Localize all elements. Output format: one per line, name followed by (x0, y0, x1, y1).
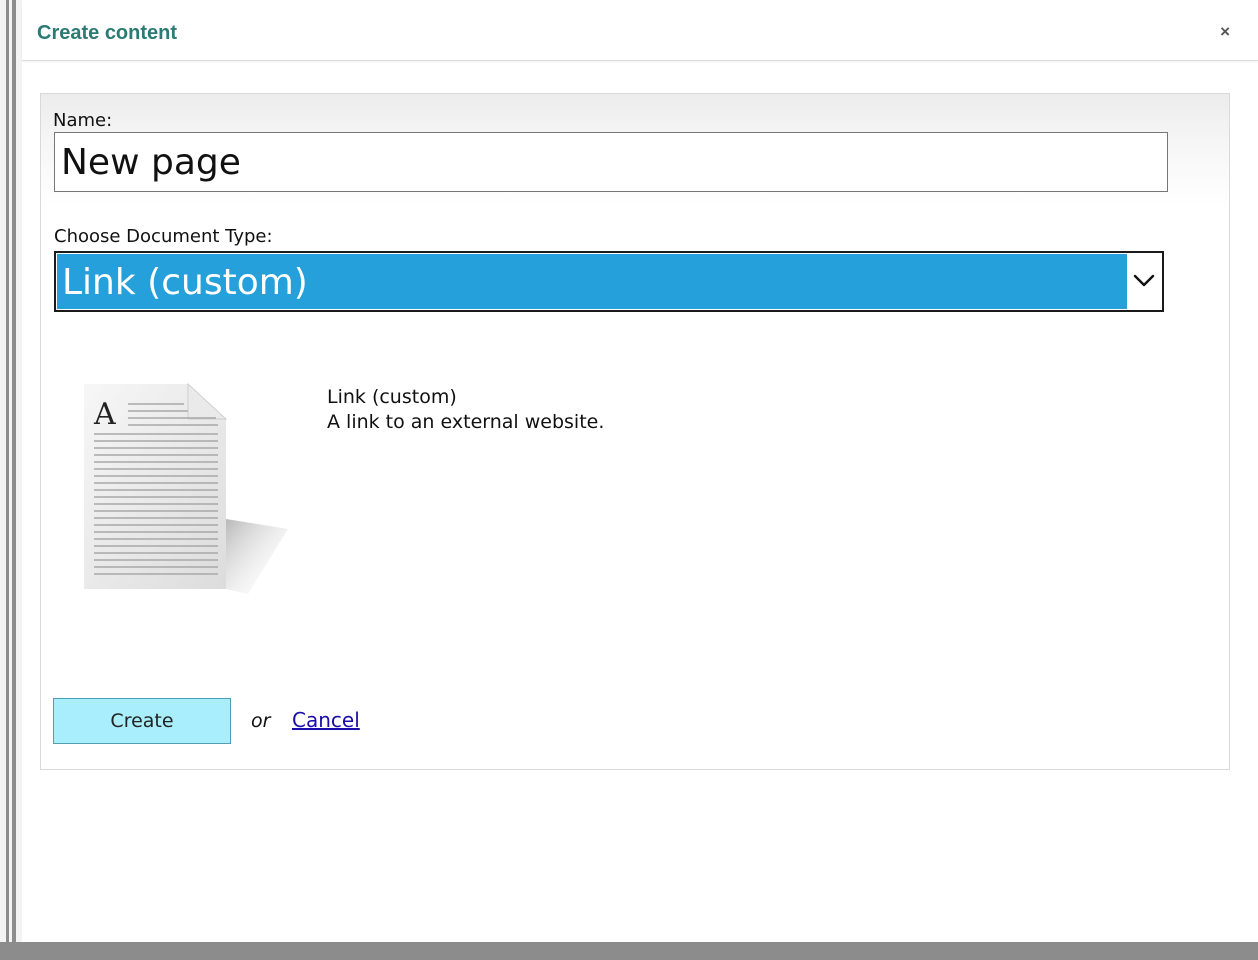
create-button[interactable]: Create (53, 698, 231, 744)
frame-divider (6, 0, 9, 960)
or-separator: or (251, 710, 271, 732)
svg-text:A: A (93, 397, 116, 432)
doctype-select-highlight: Link (custom) (57, 254, 1127, 309)
name-label: Name: (53, 110, 113, 131)
doctype-description-text: A link to an external website. (327, 411, 605, 433)
doctype-label: Choose Document Type: (54, 226, 273, 247)
background-frame-left (0, 0, 22, 960)
dialog-title: Create content (37, 22, 178, 44)
name-input[interactable] (54, 132, 1168, 192)
create-content-dialog: Create content × Name: Choose Document T… (22, 0, 1258, 942)
cancel-link[interactable]: Cancel (292, 708, 360, 732)
document-icon: A (84, 382, 288, 594)
create-form-panel: Name: Choose Document Type: Link (custom… (40, 93, 1230, 770)
doctype-select[interactable]: Link (custom) (54, 251, 1164, 312)
doctype-description-title: Link (custom) (327, 386, 457, 408)
frame-divider (12, 0, 16, 960)
chevron-down-icon[interactable] (1132, 267, 1156, 293)
doctype-selected-value: Link (custom) (62, 262, 308, 303)
close-icon[interactable]: × (1220, 22, 1230, 42)
dialog-titlebar: Create content × (22, 0, 1258, 61)
background-frame-bottom (0, 942, 1258, 960)
